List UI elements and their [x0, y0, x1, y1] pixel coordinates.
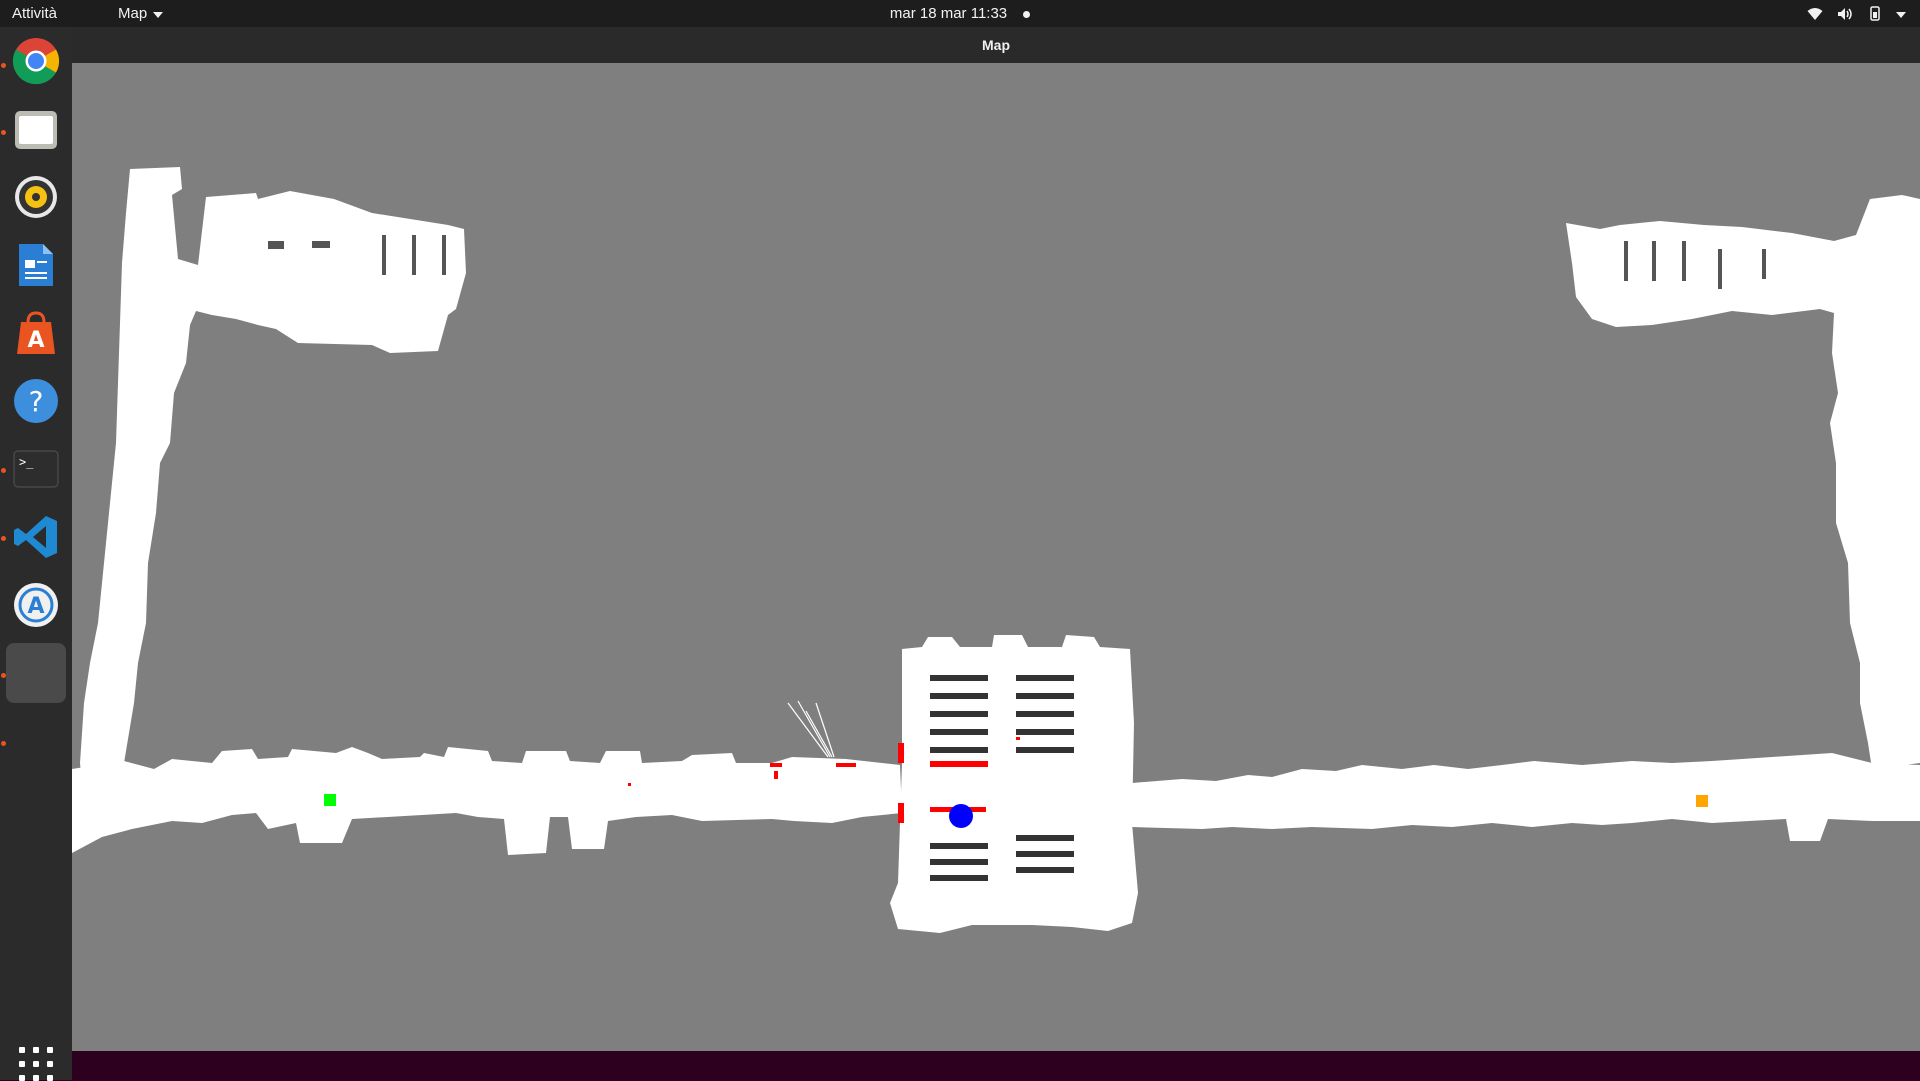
window-title: Map	[72, 27, 1920, 63]
dock-rhythmbox[interactable]	[6, 167, 66, 227]
svg-text:A: A	[27, 328, 44, 353]
battery-icon[interactable]	[1868, 6, 1882, 21]
app-menu-label: Map	[118, 5, 148, 22]
dock-terminal[interactable]: >_	[6, 439, 66, 499]
free-space	[72, 167, 1920, 933]
notification-dot-icon	[1023, 10, 1031, 18]
chrome-icon	[12, 38, 60, 85]
software-center-icon: A	[17, 311, 55, 354]
walls	[268, 235, 1766, 289]
grid-icon[interactable]	[19, 1047, 53, 1081]
activities-button[interactable]: Attività	[12, 0, 57, 27]
vscode-icon	[14, 516, 57, 558]
laser-rays	[787, 700, 835, 758]
top-bar: Attività Map mar 18 mar 11:33	[0, 0, 1920, 27]
start-marker	[324, 794, 336, 806]
map-window: Map	[72, 27, 1920, 1051]
writer-icon	[19, 244, 53, 286]
dock-map-window[interactable]	[6, 643, 66, 703]
system-menu-chevron-icon[interactable]	[1896, 11, 1906, 18]
app-menu[interactable]: Map	[118, 0, 164, 27]
goal-marker	[1696, 795, 1708, 807]
running-indicator	[1, 741, 6, 746]
files-icon	[15, 111, 57, 149]
dock-software[interactable]: A	[6, 303, 66, 363]
occupancy-map[interactable]	[72, 63, 1920, 1051]
system-tray[interactable]	[1807, 0, 1906, 27]
svg-text:A: A	[27, 594, 44, 619]
dock-writer[interactable]	[6, 235, 66, 295]
robot-position	[949, 804, 973, 828]
dock-chrome[interactable]	[6, 31, 66, 91]
rhythmbox-icon	[15, 176, 57, 218]
software-updater-icon: A	[14, 583, 58, 627]
dock-vscode[interactable]	[6, 507, 66, 567]
terminal-icon: >_	[13, 450, 59, 488]
clock-area: mar 18 mar 11:33	[0, 0, 1920, 27]
chevron-down-icon	[153, 11, 164, 18]
dock-files[interactable]	[6, 99, 66, 159]
help-icon: ?	[14, 379, 58, 423]
dock-updater[interactable]: A	[6, 575, 66, 635]
svg-text:>_: >_	[19, 455, 34, 469]
wifi-icon[interactable]	[1807, 7, 1823, 21]
svg-text:?: ?	[29, 385, 44, 418]
dock: A ? >_ A	[0, 27, 72, 1081]
dock-help[interactable]: ?	[6, 371, 66, 431]
clock[interactable]: mar 18 mar 11:33	[890, 5, 1007, 22]
volume-icon[interactable]	[1837, 7, 1854, 21]
